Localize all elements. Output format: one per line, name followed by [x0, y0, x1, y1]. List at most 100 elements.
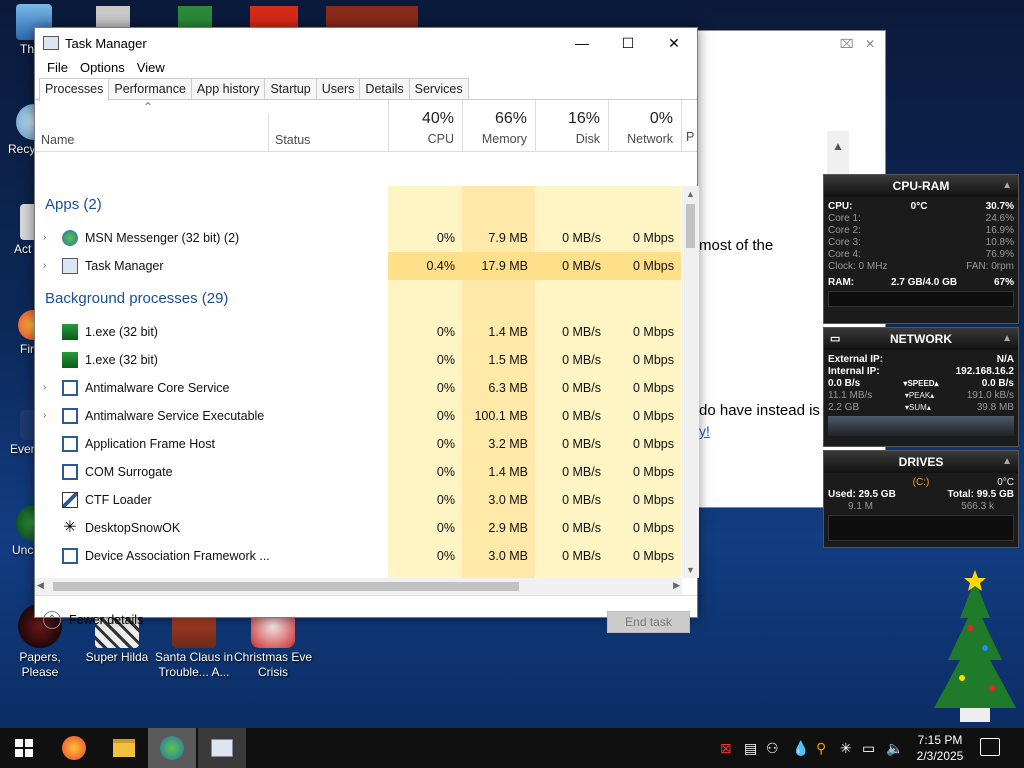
- tab-services[interactable]: Services: [408, 78, 469, 99]
- scrollbar-thumb[interactable]: [686, 204, 695, 248]
- tab-details[interactable]: Details: [359, 78, 410, 99]
- chevron-right-icon[interactable]: ▶: [673, 580, 680, 591]
- process-memory: 100.1 MB: [474, 409, 528, 423]
- process-list[interactable]: Apps (2) › MSN Messenger (32 bit) (2) 0%…: [35, 186, 681, 578]
- service-icon: [62, 436, 78, 452]
- column-status[interactable]: Status: [275, 133, 310, 147]
- process-memory: 17.9 MB: [481, 259, 528, 273]
- desktop-icon-top-4[interactable]: [326, 6, 418, 28]
- table-row[interactable]: › Antimalware Core Service 0% 6.3 MB 0 M…: [35, 374, 681, 402]
- chevron-up-icon[interactable]: ▲: [1002, 451, 1012, 473]
- table-row[interactable]: 1.exe (32 bit) 0% 1.5 MB 0 MB/s 0 Mbps: [35, 346, 681, 374]
- msn-messenger-icon: [62, 230, 78, 246]
- tab-startup[interactable]: Startup: [264, 78, 317, 99]
- tray-network-icon[interactable]: ▭: [862, 740, 875, 757]
- taskbar-clock[interactable]: 7:15 PM 2/3/2025: [906, 732, 974, 764]
- process-name: DesktopSnowOK: [85, 521, 181, 535]
- table-row[interactable]: Device Association Framework ... 0% 3.0 …: [35, 542, 681, 570]
- minimize-button[interactable]: —: [559, 28, 605, 58]
- speed-down: 0.0 B/s: [828, 378, 861, 389]
- table-row[interactable]: › MSN Messenger (32 bit) (2) 0% 7.9 MB 0…: [35, 224, 681, 252]
- column-cpu[interactable]: 40% CPU: [388, 100, 462, 152]
- chevron-left-icon[interactable]: ◀: [37, 580, 44, 591]
- chevron-up-icon: ▲: [832, 139, 844, 153]
- column-memory[interactable]: 66% Memory: [462, 100, 535, 152]
- taskbar-file-explorer[interactable]: [100, 728, 148, 768]
- taskbar-msn-messenger[interactable]: [148, 728, 196, 768]
- background-processes-group-header[interactable]: Background processes (29): [45, 290, 228, 307]
- menu-file[interactable]: File: [41, 58, 74, 78]
- chevron-right-icon[interactable]: ›: [43, 402, 46, 430]
- scrollbar-thumb[interactable]: [53, 582, 519, 591]
- process-disk: 0 MB/s: [562, 465, 601, 479]
- table-row[interactable]: › Task Manager 0.4% 17.9 MB 0 MB/s 0 Mbp…: [35, 252, 681, 280]
- column-power[interactable]: P: [681, 100, 699, 152]
- sum-down: 2.2 GB: [828, 402, 860, 413]
- horizontal-scrollbar[interactable]: ◀ ▶: [35, 578, 682, 595]
- column-name[interactable]: Name: [41, 133, 74, 147]
- title-bar[interactable]: Task Manager — ☐ ✕: [35, 28, 697, 58]
- disk-percent: 16%: [567, 110, 600, 127]
- process-name: 1.exe (32 bit): [85, 353, 158, 367]
- tray-volume-icon[interactable]: 🔈: [886, 740, 903, 757]
- process-name: Antimalware Core Service: [85, 381, 230, 395]
- tray-search-icon[interactable]: ⚲: [816, 740, 826, 757]
- taskbar-task-manager[interactable]: [198, 728, 246, 768]
- apps-group-header[interactable]: Apps (2): [45, 196, 102, 213]
- process-disk: 0 MB/s: [562, 521, 601, 535]
- cpu-ram-gadget[interactable]: CPU-RAM ▲ CPU: 0°C 30.7% Core 1: 24.6% Co…: [823, 174, 1019, 324]
- drive-io-row: 9.1 M 566.3 k: [824, 501, 1018, 513]
- chevron-right-icon[interactable]: ›: [43, 224, 46, 252]
- desktop-icon-top-3[interactable]: [250, 6, 298, 28]
- background-window-link[interactable]: y!: [699, 423, 710, 439]
- tray-people-icon[interactable]: ⚇: [766, 740, 779, 757]
- task-manager-window[interactable]: Task Manager — ☐ ✕ File Options View Pro…: [34, 27, 699, 633]
- chevron-right-icon[interactable]: ›: [43, 252, 46, 280]
- tab-processes[interactable]: Processes: [39, 78, 110, 101]
- tab-users[interactable]: Users: [315, 78, 361, 99]
- network-gadget[interactable]: ▭ NETWORK ▲ External IP: N/A Internal IP:…: [823, 327, 1019, 447]
- notifications-button[interactable]: [980, 738, 1000, 756]
- table-row[interactable]: 1.exe (32 bit) 0% 1.4 MB 0 MB/s 0 Mbps: [35, 318, 681, 346]
- drive-read: 9.1 M: [848, 501, 874, 512]
- core-label: Core 3:: [828, 237, 861, 248]
- process-name: MSN Messenger (32 bit) (2): [85, 231, 240, 245]
- taskbar-firefox[interactable]: [50, 728, 98, 768]
- vertical-scrollbar[interactable]: ▲ ▼: [682, 186, 699, 578]
- end-task-button[interactable]: End task: [607, 611, 690, 633]
- core-row: Core 4: 76.9%: [824, 249, 1018, 261]
- table-row[interactable]: › Antimalware Service Executable 0% 100.…: [35, 402, 681, 430]
- table-row[interactable]: Application Frame Host 0% 3.2 MB 0 MB/s …: [35, 430, 681, 458]
- desktop-icon-top-2[interactable]: [178, 6, 212, 28]
- process-network: 0 Mbps: [633, 325, 674, 339]
- background-window-controls[interactable]: ⌧ ✕: [840, 37, 879, 51]
- menu-options[interactable]: Options: [74, 58, 131, 78]
- tray-monitor-icon[interactable]: ▤: [744, 740, 757, 757]
- menu-view[interactable]: View: [131, 58, 171, 78]
- close-button[interactable]: ✕: [651, 28, 697, 58]
- table-row[interactable]: CTF Loader 0% 3.0 MB 0 MB/s 0 Mbps: [35, 486, 681, 514]
- gadget-header: ▭ NETWORK ▲: [824, 328, 1018, 350]
- tray-snowflake-icon[interactable]: ✳: [840, 740, 852, 757]
- chevron-down-icon[interactable]: ▼: [682, 562, 699, 578]
- process-disk: 0 MB/s: [562, 353, 601, 367]
- table-row[interactable]: COM Surrogate 0% 1.4 MB 0 MB/s 0 Mbps: [35, 458, 681, 486]
- column-disk[interactable]: 16% Disk: [535, 100, 608, 152]
- table-row[interactable]: ✳ DesktopSnowOK 0% 2.9 MB 0 MB/s 0 Mbps: [35, 514, 681, 542]
- drives-gadget[interactable]: DRIVES ▲ (C:) 0°C Used: 29.5 GB Total: 99…: [823, 450, 1019, 548]
- tray-drop-icon[interactable]: 💧: [792, 740, 809, 757]
- tab-app-history[interactable]: App history: [190, 78, 266, 99]
- fewer-details-button[interactable]: ⌃ Fewer details: [43, 611, 143, 629]
- cpu-temp: 0°C: [910, 201, 928, 212]
- firefox-icon: [62, 736, 86, 760]
- maximize-button[interactable]: ☐: [605, 28, 651, 58]
- chevron-up-icon[interactable]: ▲: [1002, 328, 1012, 350]
- chevron-right-icon[interactable]: ›: [43, 374, 46, 402]
- tab-performance[interactable]: Performance: [108, 78, 192, 99]
- start-button[interactable]: [0, 728, 48, 768]
- column-network[interactable]: 0% Network: [608, 100, 681, 152]
- chevron-up-icon[interactable]: ▲: [682, 186, 699, 202]
- tray-app-icon[interactable]: ⊠: [720, 740, 732, 757]
- desktop-icon-top-1[interactable]: [96, 6, 130, 28]
- chevron-up-icon[interactable]: ▲: [1002, 175, 1012, 197]
